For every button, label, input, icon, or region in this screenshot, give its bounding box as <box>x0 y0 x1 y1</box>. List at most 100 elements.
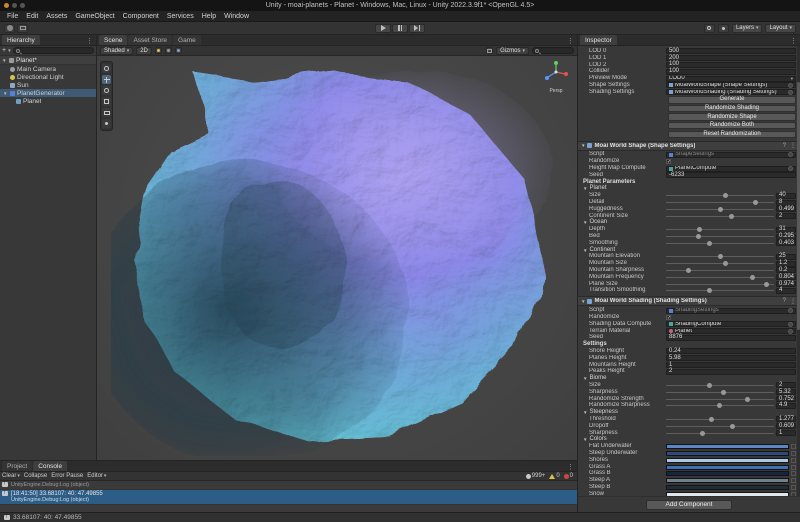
object-picker-icon[interactable] <box>788 329 793 334</box>
editor-button[interactable]: Editor▾ <box>87 473 106 479</box>
size-slider[interactable] <box>666 195 774 196</box>
object-picker-icon[interactable] <box>788 166 793 171</box>
rotate-tool-icon[interactable] <box>102 86 111 95</box>
planet-object[interactable] <box>111 60 563 456</box>
lod-1-field[interactable]: 200 <box>666 55 796 61</box>
error-count[interactable]: 0 <box>564 473 573 479</box>
component-header-moai-world-shading-shading-settings[interactable]: ▼Moai World Shading (Shading Settings)?⋮ <box>578 296 800 306</box>
menu-gameobject[interactable]: GameObject <box>71 13 118 20</box>
script-object-field[interactable]: ShadingSettings <box>666 308 796 314</box>
mountain-frequency-slider[interactable] <box>666 277 774 278</box>
shore-height-field[interactable]: 0.24 <box>666 348 796 354</box>
account-icon[interactable] <box>4 24 15 33</box>
error-pause-button[interactable]: Error Pause <box>51 473 83 479</box>
mountain-size-slider[interactable] <box>666 263 774 264</box>
scene-orientation-gizmo[interactable]: Persp <box>541 60 571 94</box>
depth-value-field[interactable]: 31 <box>776 227 796 233</box>
kebab-menu-icon[interactable]: ⋮ <box>564 463 577 471</box>
shores-color-field[interactable] <box>666 458 789 463</box>
preview-mode-dropdown[interactable]: LOD0▾ <box>666 76 796 82</box>
menu-edit[interactable]: Edit <box>22 13 42 20</box>
slider-knob[interactable] <box>707 383 712 388</box>
close-window-icon[interactable] <box>4 3 9 8</box>
slider-knob[interactable] <box>745 397 750 402</box>
plane-size-value-field[interactable]: 0.974 <box>776 281 796 287</box>
randomize-strength-value-field[interactable]: 0.752 <box>776 396 796 402</box>
dropoff-value-field[interactable]: 0.609 <box>776 423 796 429</box>
mountains-height-field[interactable]: 1 <box>666 362 796 368</box>
collapse-button[interactable]: Collapse <box>24 473 47 479</box>
steep-a-color-field[interactable] <box>666 478 789 483</box>
tab-asset-store[interactable]: Asset Store <box>128 35 172 45</box>
grid-toggle-icon[interactable] <box>486 47 493 54</box>
effects-toggle-icon[interactable] <box>175 47 182 54</box>
peaks-height-field[interactable]: 2 <box>666 369 796 375</box>
script-object-field[interactable]: ShapeSettings <box>666 152 796 158</box>
sharpness-value-field[interactable]: 1 <box>776 430 796 436</box>
help-icon[interactable]: ? <box>782 143 787 149</box>
slider-knob[interactable] <box>753 200 758 205</box>
randomize-sharpness-value-field[interactable]: 4.9 <box>776 403 796 409</box>
object-picker-icon[interactable] <box>788 83 793 88</box>
chevron-down-icon[interactable]: ▼ <box>2 58 7 63</box>
rect-tool-icon[interactable] <box>102 108 111 117</box>
slider-knob[interactable] <box>707 241 712 246</box>
randomize-both-button[interactable]: Randomize Both <box>668 122 796 130</box>
randomize-strength-slider[interactable] <box>666 399 774 400</box>
menu-window[interactable]: Window <box>220 13 253 20</box>
bed-value-field[interactable]: 0.295 <box>776 234 796 240</box>
kebab-menu-icon[interactable]: ⋮ <box>789 298 797 305</box>
scene-search-input[interactable] <box>532 47 574 54</box>
eyedropper-icon[interactable] <box>791 485 796 490</box>
info-count[interactable]: 999+ <box>526 473 546 479</box>
sharpness-slider[interactable] <box>666 433 774 434</box>
flat-underwater-color-field[interactable] <box>666 444 789 449</box>
move-tool-icon[interactable] <box>102 75 111 84</box>
slider-knob[interactable] <box>717 403 722 408</box>
hierarchy-item-sun[interactable]: Sun <box>0 81 96 89</box>
menu-file[interactable]: File <box>3 13 22 20</box>
slider-knob[interactable] <box>696 234 701 239</box>
shading-settings-object-field[interactable]: MoaiWorldShading (Shading Settings) <box>666 89 796 95</box>
eyedropper-icon[interactable] <box>791 451 796 456</box>
slider-knob[interactable] <box>709 417 714 422</box>
pause-button[interactable] <box>392 24 408 33</box>
randomize-checkbox[interactable]: ✓ <box>666 315 671 320</box>
status-bar[interactable]: 33.68107: 40: 47.49855 <box>0 512 800 522</box>
ruggedness-slider[interactable] <box>666 209 774 210</box>
plane-size-slider[interactable] <box>666 284 774 285</box>
size-value-field[interactable]: 40 <box>776 193 796 199</box>
menu-component[interactable]: Component <box>119 13 163 20</box>
slider-knob[interactable] <box>730 424 735 429</box>
size-slider[interactable] <box>666 385 774 386</box>
console-entry[interactable]: UnityEngine.Debug:Log (object) <box>0 481 577 490</box>
tab-inspector[interactable]: Inspector <box>580 35 617 45</box>
generate-button[interactable]: Generate <box>668 96 796 104</box>
draw-mode-dropdown[interactable]: Shaded▾ <box>100 47 133 55</box>
slider-knob[interactable] <box>700 431 705 436</box>
hierarchy-item-directional-light[interactable]: Directional Light <box>0 73 96 81</box>
sharpness-value-field[interactable]: 5.32 <box>776 389 796 395</box>
collider-field[interactable]: 100 <box>666 69 796 75</box>
search-icon[interactable] <box>704 24 715 33</box>
hierarchy-search-input[interactable] <box>13 47 94 54</box>
eyedropper-icon[interactable] <box>791 471 796 476</box>
planes-height-field[interactable]: 5.98 <box>666 355 796 361</box>
eyedropper-icon[interactable] <box>791 478 796 483</box>
steep-underwater-color-field[interactable] <box>666 451 789 456</box>
object-picker-icon[interactable] <box>788 90 793 95</box>
tab-console[interactable]: Console <box>33 461 67 471</box>
steep-b-color-field[interactable] <box>666 485 789 490</box>
scene-viewport[interactable]: Persp <box>97 56 577 460</box>
depth-slider[interactable] <box>666 229 774 230</box>
object-picker-icon[interactable] <box>788 152 793 157</box>
randomize-shading-button[interactable]: Randomize Shading <box>668 105 796 113</box>
bed-slider[interactable] <box>666 236 774 237</box>
console-entry[interactable]: [18:41:50] 33.68107: 40: 47.49855UnityEn… <box>0 490 577 505</box>
slider-knob[interactable] <box>723 261 728 266</box>
object-picker-icon[interactable] <box>788 322 793 327</box>
eyedropper-icon[interactable] <box>791 444 796 449</box>
gizmos-dropdown[interactable]: Gizmos▾ <box>496 47 529 55</box>
add-component-button[interactable]: Add Component <box>646 500 732 510</box>
kebab-menu-icon[interactable]: ⋮ <box>789 142 797 149</box>
